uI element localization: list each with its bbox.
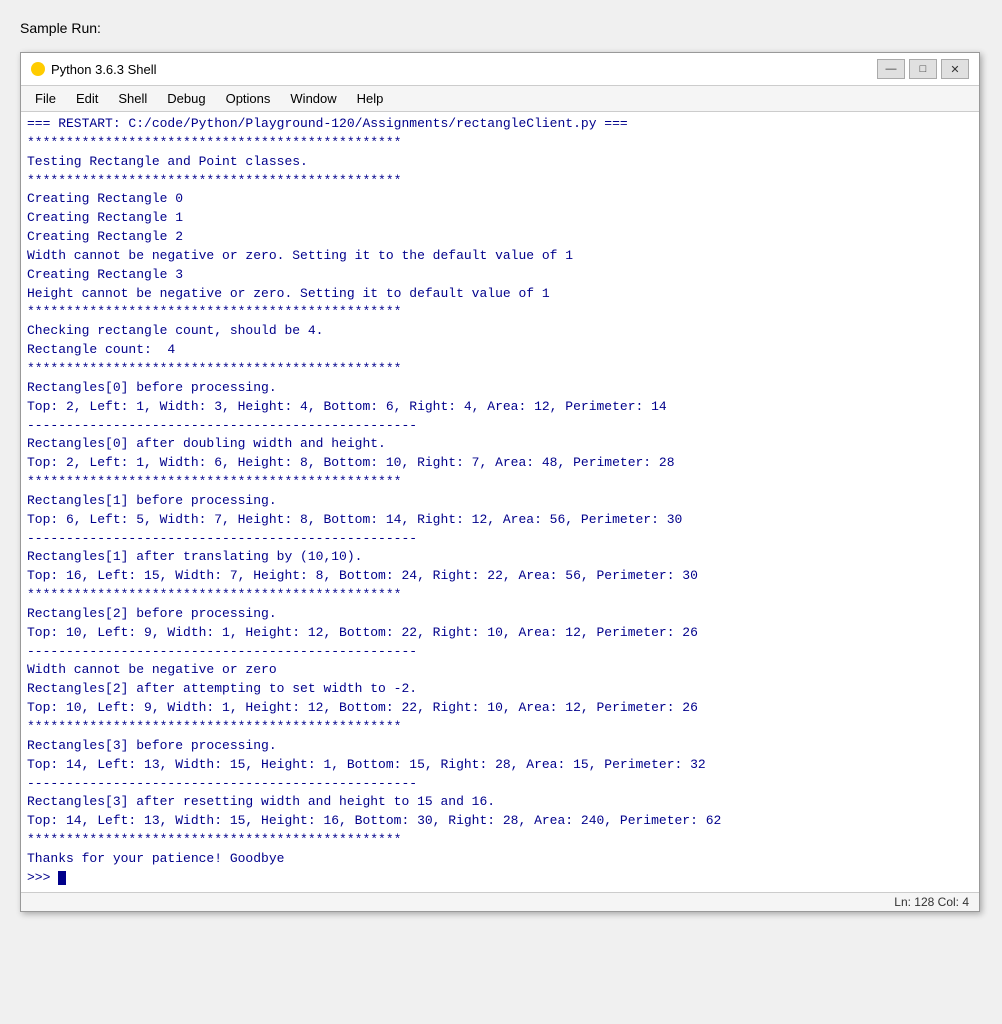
- menu-options[interactable]: Options: [216, 88, 281, 109]
- menu-help[interactable]: Help: [347, 88, 394, 109]
- menu-edit[interactable]: Edit: [66, 88, 108, 109]
- window-title: Python 3.6.3 Shell: [51, 62, 877, 77]
- close-button[interactable]: ✕: [941, 59, 969, 79]
- status-bar: Ln: 128 Col: 4: [21, 892, 979, 911]
- maximize-button[interactable]: □: [909, 59, 937, 79]
- menu-bar: File Edit Shell Debug Options Window Hel…: [21, 86, 979, 112]
- shell-cursor: [58, 871, 66, 885]
- menu-file[interactable]: File: [25, 88, 66, 109]
- title-bar: Python 3.6.3 Shell — □ ✕: [21, 53, 979, 86]
- menu-window[interactable]: Window: [280, 88, 346, 109]
- menu-debug[interactable]: Debug: [157, 88, 215, 109]
- shell-output[interactable]: === RESTART: C:/code/Python/Playground-1…: [21, 112, 979, 892]
- python-shell-window: Python 3.6.3 Shell — □ ✕ File Edit Shell…: [20, 52, 980, 912]
- page-label: Sample Run:: [20, 20, 982, 36]
- shell-text: === RESTART: C:/code/Python/Playground-1…: [27, 115, 973, 888]
- python-icon: [31, 62, 45, 76]
- window-controls: — □ ✕: [877, 59, 969, 79]
- minimize-button[interactable]: —: [877, 59, 905, 79]
- shell-prompt: >>>: [27, 870, 58, 885]
- menu-shell[interactable]: Shell: [108, 88, 157, 109]
